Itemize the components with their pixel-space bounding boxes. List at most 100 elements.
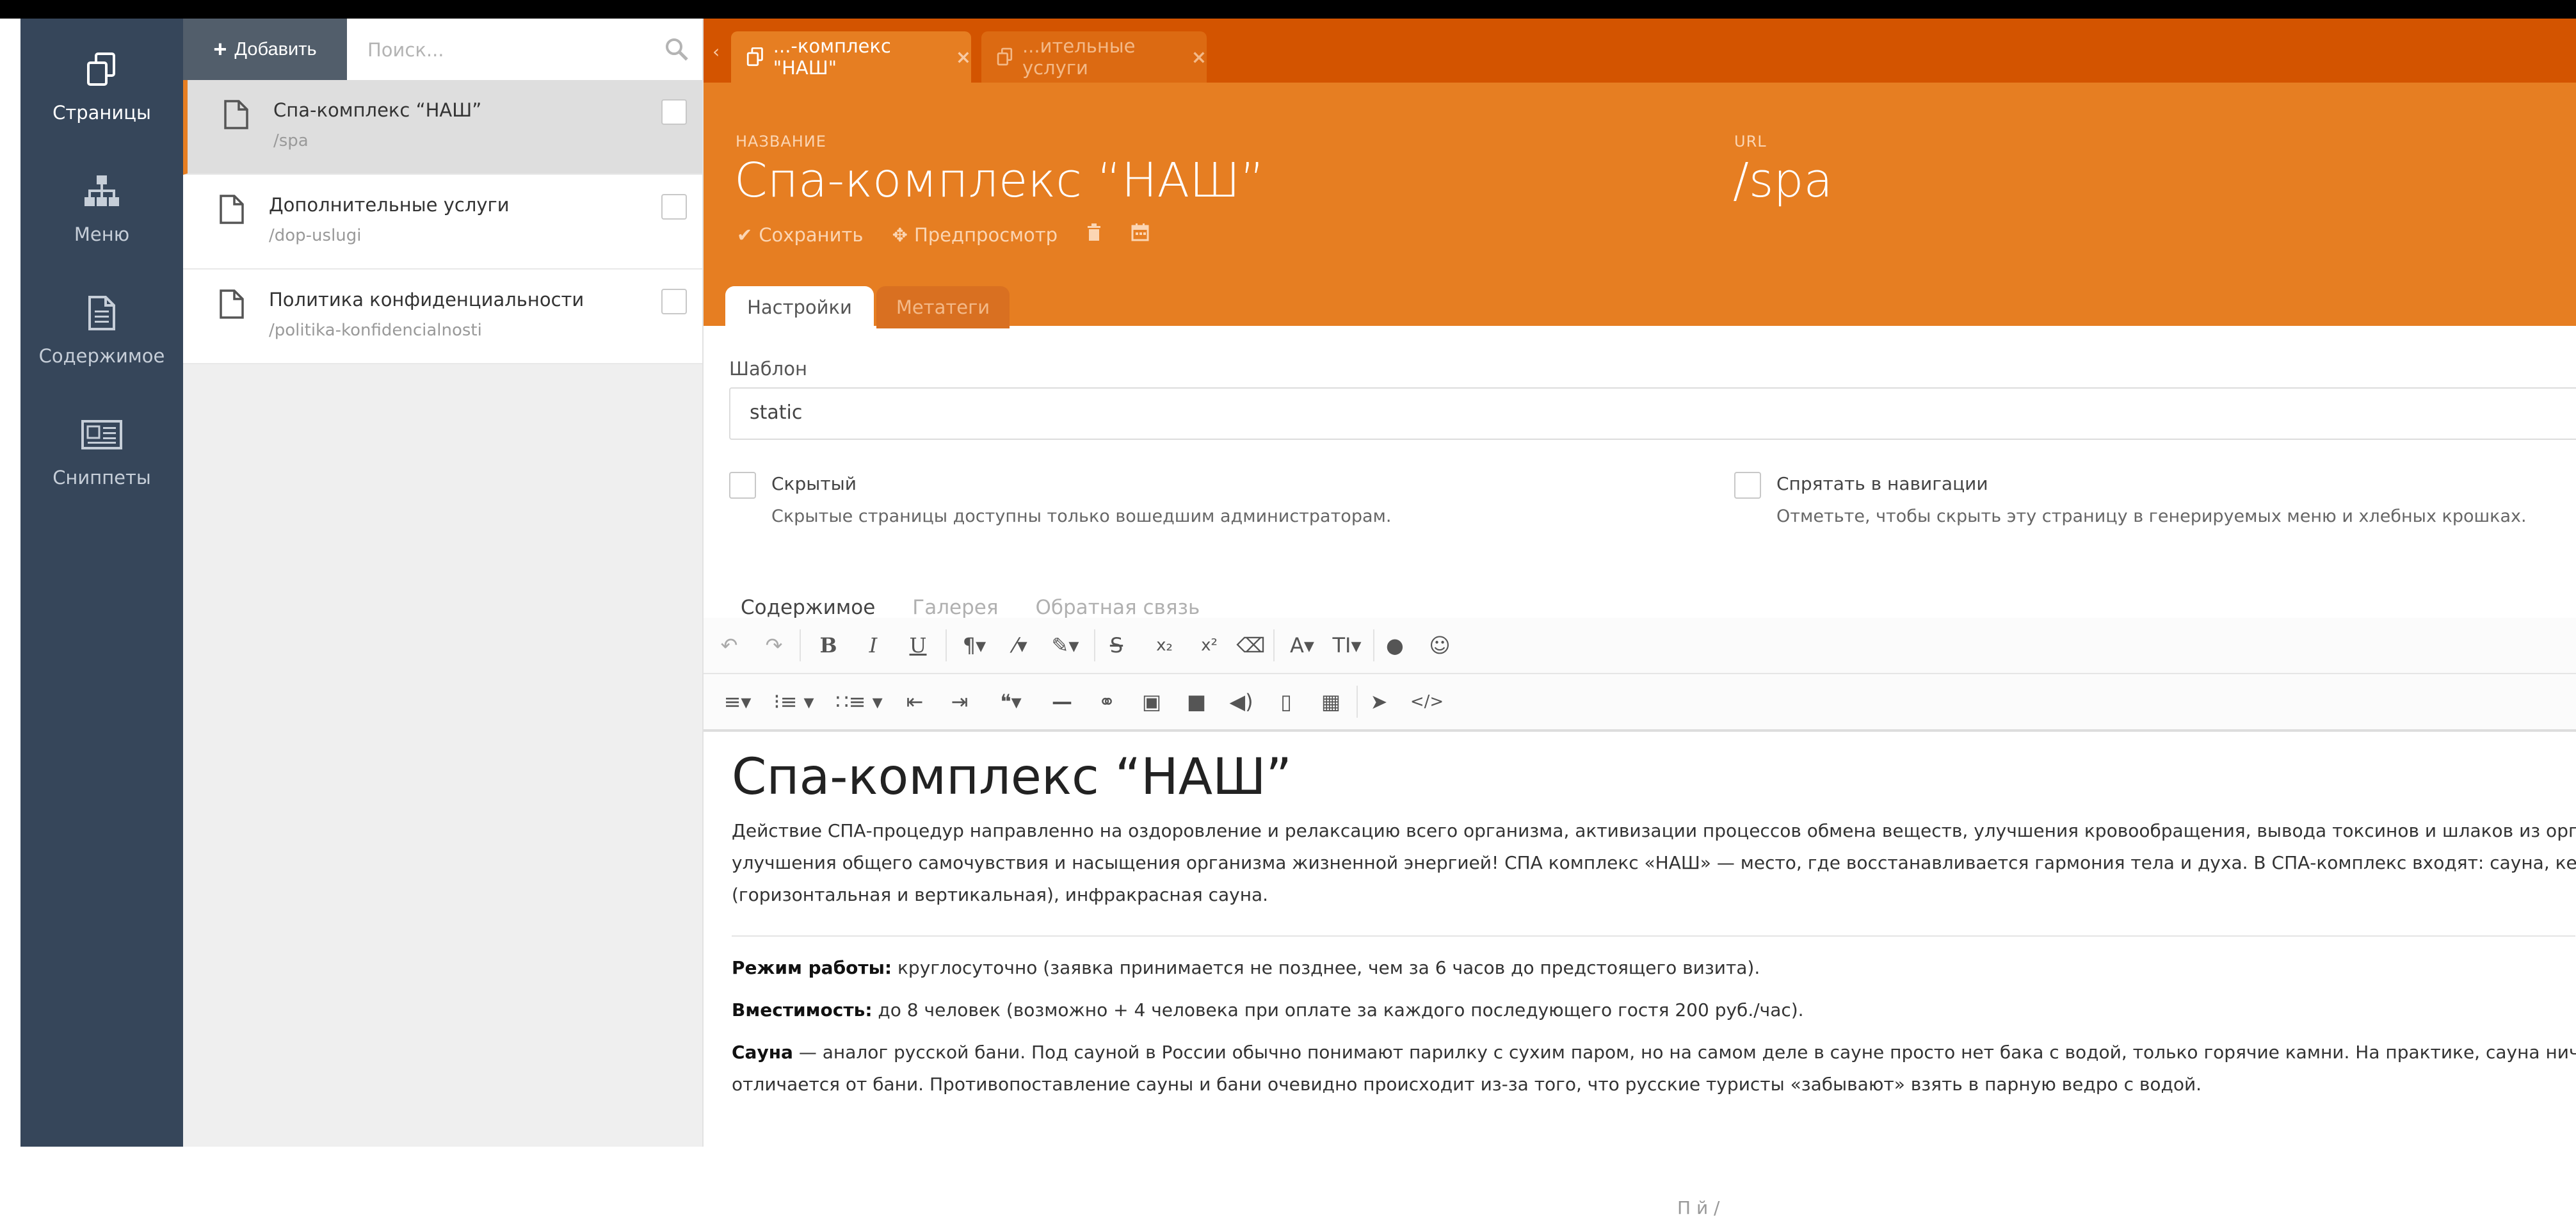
schedule-button[interactable] bbox=[1131, 223, 1149, 241]
nav-item-label: Сниппеты bbox=[52, 467, 151, 488]
pages-icon bbox=[20, 51, 183, 89]
paragraph-format-icon[interactable]: ¶▾ bbox=[953, 618, 995, 673]
emoji-icon[interactable]: ☺ bbox=[1424, 618, 1456, 673]
page-title: Политика конфиденциальности bbox=[269, 289, 584, 311]
tab-dop-uslugi[interactable]: ...ительные услуги × bbox=[981, 31, 1207, 83]
list-toolbar: + Добавить bbox=[183, 19, 702, 80]
capacity-label: Вместимость: bbox=[732, 999, 873, 1021]
link-icon[interactable]: ⚭ bbox=[1088, 674, 1126, 729]
crosshair-icon: ✥ bbox=[892, 224, 908, 246]
page-slug: /spa bbox=[273, 131, 309, 150]
video-icon[interactable]: ■ bbox=[1177, 674, 1216, 729]
preview-button[interactable]: ✥ Предпросмотр bbox=[892, 224, 1058, 246]
underline-icon[interactable]: U bbox=[902, 618, 934, 673]
ordered-list-icon[interactable]: ⁝≡ ▾ bbox=[771, 674, 816, 729]
nav-item-menu[interactable]: Меню bbox=[20, 140, 183, 245]
align-icon[interactable]: ≡▾ bbox=[716, 674, 759, 729]
page-list-item[interactable]: Дополнительные услуги /dop-uslugi bbox=[183, 175, 702, 270]
template-select[interactable]: static bbox=[729, 387, 2576, 440]
indent-icon[interactable]: ⇥ bbox=[940, 674, 979, 729]
quote-icon[interactable]: ❝▾ bbox=[985, 674, 1036, 729]
sauna-line: Сауна — аналог русской бани. Под сауной … bbox=[732, 1037, 2576, 1069]
add-page-button[interactable]: + Добавить bbox=[183, 19, 347, 80]
add-button-label: Добавить bbox=[234, 38, 317, 60]
audio-icon[interactable]: ◀) bbox=[1222, 674, 1260, 729]
page-slug: /politika-konfidencialnosti bbox=[269, 321, 482, 340]
sauna-text: — аналог русской бани. Под сауной в Росс… bbox=[793, 1042, 2576, 1063]
strikethrough-icon[interactable]: S bbox=[1100, 618, 1132, 673]
search-icon[interactable] bbox=[664, 36, 689, 62]
file-insert-icon[interactable]: ▯ bbox=[1267, 674, 1305, 729]
color-drop-icon[interactable]: ● bbox=[1379, 618, 1411, 673]
hours-label: Режим работы: bbox=[732, 957, 892, 978]
page-select-checkbox[interactable] bbox=[661, 289, 687, 314]
url-caption: URL bbox=[1734, 133, 1767, 150]
unordered-list-icon[interactable]: ∷≡ ▾ bbox=[832, 674, 887, 729]
brush-icon[interactable]: ✎▾ bbox=[1043, 618, 1088, 673]
outdent-icon[interactable]: ⇤ bbox=[896, 674, 934, 729]
file-icon bbox=[220, 289, 244, 319]
intro-line: (горизонтальная и вертикальная), инфракр… bbox=[732, 884, 1269, 905]
main-nav: Страницы Меню Содержимое Сниппеты bbox=[20, 19, 183, 1147]
window-top-bar bbox=[0, 0, 2576, 19]
line-height-icon[interactable]: TI▾ bbox=[1324, 618, 1369, 673]
page-select-checkbox[interactable] bbox=[661, 194, 687, 220]
sauna-line-2: отличается от бани. Противопоставление с… bbox=[732, 1074, 2202, 1095]
template-label: Шаблон bbox=[729, 358, 807, 380]
plus-icon: + bbox=[213, 36, 227, 62]
tab-settings[interactable]: Настройки bbox=[725, 286, 874, 328]
eraser-icon[interactable]: ⌫ bbox=[1235, 618, 1267, 673]
magic-wand-icon[interactable]: ⁄▾ bbox=[998, 618, 1043, 673]
sitemap-icon bbox=[20, 172, 183, 211]
nav-item-content[interactable]: Содержимое bbox=[20, 262, 183, 367]
page-slug: /dop-uslugi bbox=[269, 226, 362, 245]
hidden-checkbox[interactable] bbox=[729, 472, 756, 499]
capacity-line: Вместимость: до 8 человек (возможно + 4 … bbox=[732, 994, 2575, 1026]
bold-icon[interactable]: B bbox=[812, 618, 844, 673]
page-list-item[interactable]: Политика конфиденциальности /politika-ko… bbox=[183, 270, 702, 364]
page-list-item[interactable]: Спа-комплекс “НАШ” /spa bbox=[183, 80, 702, 175]
file-icon bbox=[224, 100, 248, 129]
tab-meta[interactable]: Метатеги bbox=[876, 286, 1010, 328]
cursor-icon[interactable]: ➤ bbox=[1363, 674, 1395, 729]
hours-line: Режим работы: круглосуточно (заявка прин… bbox=[732, 952, 2575, 984]
scroll-left-icon[interactable]: ‹ bbox=[712, 41, 720, 62]
file-icon bbox=[220, 195, 244, 224]
subscript-icon[interactable]: x₂ bbox=[1145, 618, 1184, 673]
horizontal-line-icon[interactable]: — bbox=[1043, 674, 1081, 729]
table-icon[interactable]: ▦ bbox=[1312, 674, 1350, 729]
check-icon: ✔ bbox=[737, 224, 753, 246]
page-list-panel: + Добавить Спа-комплекс “НАШ” /spa Допол… bbox=[183, 19, 704, 1147]
cms-app: Страницы Меню Содержимое Сниппеты + Доба bbox=[20, 19, 2576, 1147]
nav-item-snippets[interactable]: Сниппеты bbox=[20, 383, 183, 488]
page-url-field[interactable]: /spa bbox=[1733, 153, 1833, 208]
nav-item-pages[interactable]: Страницы bbox=[20, 19, 183, 124]
sauna-label: Сауна bbox=[732, 1042, 793, 1063]
delete-button[interactable] bbox=[1086, 223, 1102, 241]
close-tab-icon[interactable]: × bbox=[956, 46, 971, 68]
page-name-field[interactable]: Спа-комплекс “НАШ” bbox=[734, 153, 1264, 208]
editor-toolbar-row-1: ↶ ↷ B I U ¶▾ ⁄▾ ✎▾ S x₂ x² ⌫ A▾ TI▾ ● ☺ bbox=[704, 618, 2576, 674]
search-input[interactable] bbox=[366, 31, 638, 69]
content-heading: Спа-комплекс “НАШ” bbox=[732, 748, 1292, 806]
tab-spa[interactable]: ...-комплекс "НАШ" × bbox=[731, 31, 971, 83]
calendar-icon bbox=[1131, 223, 1148, 241]
hide-in-nav-checkbox[interactable] bbox=[1734, 472, 1761, 499]
save-button[interactable]: ✔ Сохранить bbox=[737, 224, 863, 246]
page-header: НАЗВАНИЕ Спа-комплекс “НАШ” URL /spa ✔ Со… bbox=[704, 83, 2576, 328]
code-view-icon[interactable]: </> bbox=[1408, 674, 1446, 729]
hide-in-nav-label: Спрятать в навигации bbox=[1776, 473, 1988, 494]
pages-icon bbox=[746, 47, 763, 67]
font-size-icon[interactable]: A▾ bbox=[1280, 618, 1324, 673]
redo-icon[interactable]: ↷ bbox=[761, 618, 787, 673]
italic-icon[interactable]: I bbox=[857, 618, 889, 673]
superscript-icon[interactable]: x² bbox=[1190, 618, 1228, 673]
tab-label: ...-комплекс "НАШ" bbox=[773, 35, 891, 79]
image-icon[interactable]: ▣ bbox=[1132, 674, 1171, 729]
editor-content[interactable]: Спа-комплекс “НАШ” Действие СПА-процедур… bbox=[732, 748, 2576, 1111]
close-tab-icon[interactable]: × bbox=[1191, 46, 1207, 68]
open-tabs-bar: ‹ ...-комплекс "НАШ" × ...ительные услуг… bbox=[704, 19, 2576, 83]
undo-icon[interactable]: ↶ bbox=[716, 618, 742, 673]
hide-in-nav-help: Отметьте, чтобы скрыть эту страницу в ге… bbox=[1776, 506, 2527, 526]
page-select-checkbox[interactable] bbox=[661, 99, 687, 125]
